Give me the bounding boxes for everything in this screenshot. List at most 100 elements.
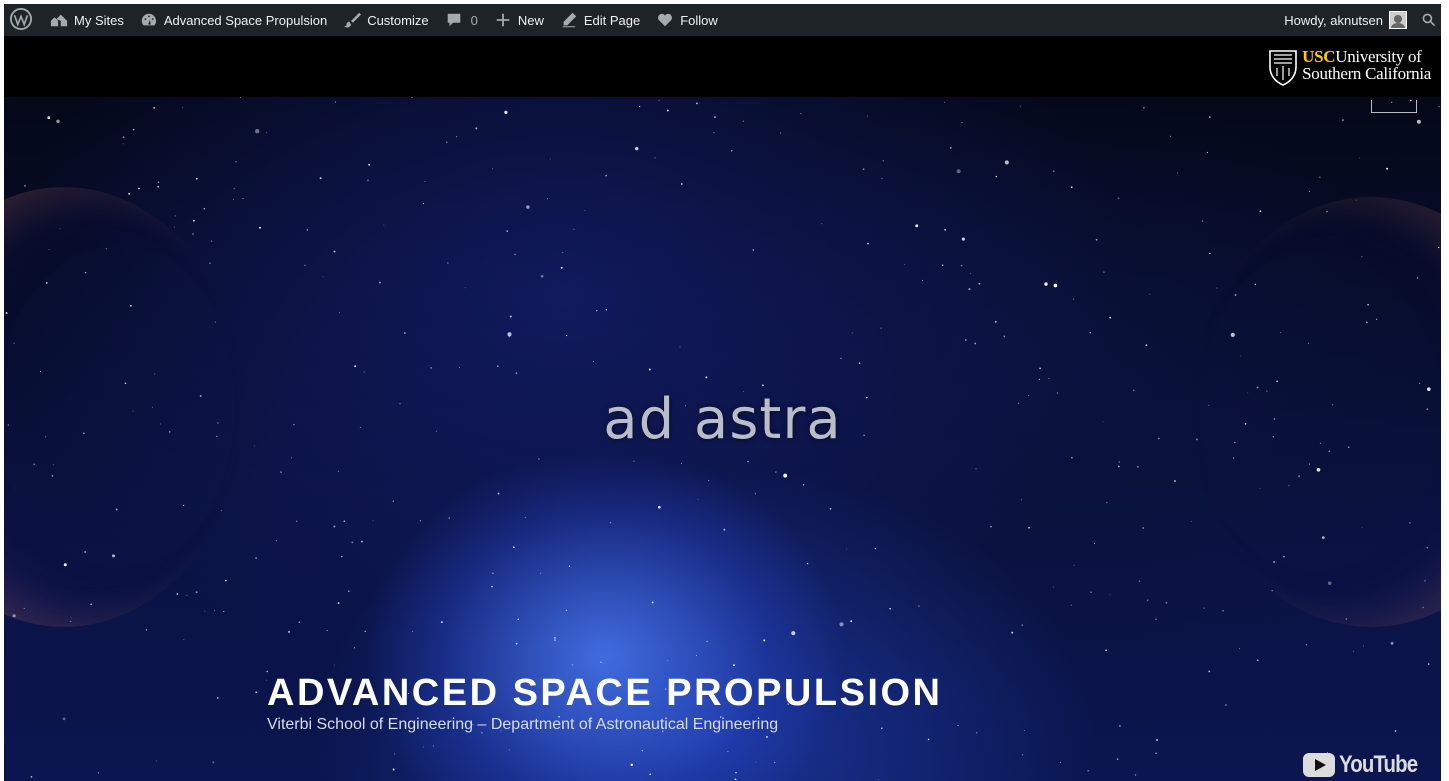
star	[1146, 599, 1149, 601]
star	[368, 163, 370, 166]
star	[204, 610, 206, 612]
star	[658, 99, 660, 101]
star	[1053, 283, 1058, 288]
star	[259, 226, 261, 229]
star	[364, 630, 366, 633]
star	[192, 233, 194, 235]
star	[1137, 466, 1139, 468]
star	[464, 287, 466, 289]
follow-link[interactable]: Follow	[648, 4, 726, 36]
star	[138, 187, 140, 190]
star	[754, 493, 757, 495]
star	[24, 185, 26, 187]
star	[978, 282, 981, 285]
star	[235, 161, 237, 163]
star	[774, 761, 776, 764]
star	[1352, 650, 1355, 652]
star	[727, 750, 729, 753]
star	[941, 264, 944, 266]
star	[1155, 618, 1157, 621]
star	[918, 605, 920, 607]
star	[1190, 520, 1192, 522]
search-icon[interactable]	[1421, 12, 1437, 28]
star	[1021, 624, 1024, 626]
star	[1089, 332, 1091, 334]
star	[1298, 475, 1300, 477]
star	[821, 223, 823, 225]
star	[186, 594, 188, 596]
star	[1361, 256, 1363, 258]
star	[800, 112, 802, 115]
hero-video[interactable]: ad astra ADVANCED SPACE PROPULSION Viter…	[4, 97, 1441, 781]
star	[1438, 246, 1440, 249]
star	[1038, 378, 1040, 380]
star	[943, 101, 945, 103]
star	[392, 768, 395, 771]
star	[1273, 561, 1276, 563]
star	[491, 168, 494, 170]
star	[424, 181, 426, 183]
star	[1203, 607, 1205, 609]
star	[90, 603, 92, 605]
star	[696, 655, 698, 656]
star	[565, 334, 568, 337]
star	[333, 664, 335, 666]
customize-link[interactable]: Customize	[335, 4, 436, 36]
star	[734, 778, 737, 781]
star	[105, 247, 108, 250]
star	[965, 339, 967, 341]
star	[1355, 199, 1357, 201]
star	[459, 367, 461, 368]
star	[1116, 758, 1119, 760]
star	[220, 510, 222, 512]
my-account-menu[interactable]: Howdy, aknutsen	[1276, 4, 1407, 36]
star	[657, 505, 661, 509]
star	[122, 136, 125, 139]
star	[517, 618, 519, 620]
usc-seal-icon	[1268, 48, 1298, 91]
star	[1155, 752, 1157, 755]
usc-logo[interactable]: USCUniversity of Southern California	[1268, 48, 1431, 91]
edit-page-link[interactable]: Edit Page	[552, 4, 648, 36]
star	[553, 639, 556, 642]
star	[1222, 609, 1225, 612]
star	[353, 647, 356, 649]
star	[679, 346, 681, 348]
star	[504, 110, 508, 115]
star	[839, 622, 844, 627]
star	[562, 251, 564, 253]
star	[867, 242, 869, 245]
wordpress-menu[interactable]	[4, 4, 42, 36]
star	[761, 384, 764, 387]
star	[840, 357, 842, 359]
star	[960, 264, 963, 267]
new-content-menu[interactable]: New	[486, 4, 552, 36]
customize-label: Customize	[367, 12, 429, 28]
star	[648, 368, 651, 371]
star	[183, 639, 185, 641]
site-title[interactable]: ADVANCED SPACE PROPULSION	[267, 672, 943, 715]
star	[275, 540, 277, 542]
my-sites-menu[interactable]: My Sites	[42, 4, 132, 36]
menu-toggle[interactable]	[1371, 100, 1417, 113]
star	[651, 601, 654, 604]
star	[638, 105, 641, 108]
star	[124, 382, 127, 385]
star	[546, 198, 549, 200]
star	[13, 342, 15, 344]
star	[1416, 277, 1419, 279]
star	[1003, 335, 1006, 338]
comments-link[interactable]: 0	[437, 4, 486, 36]
star	[59, 228, 61, 230]
site-header	[4, 36, 1441, 97]
star	[213, 609, 215, 611]
star	[877, 778, 879, 780]
star	[432, 745, 434, 747]
star	[633, 460, 635, 462]
star	[605, 309, 608, 311]
youtube-logo[interactable]: YouTube	[1302, 751, 1431, 779]
star	[240, 97, 241, 99]
star	[1011, 631, 1014, 634]
site-name-menu[interactable]: Advanced Space Propulsion	[132, 4, 335, 36]
star	[974, 342, 977, 345]
